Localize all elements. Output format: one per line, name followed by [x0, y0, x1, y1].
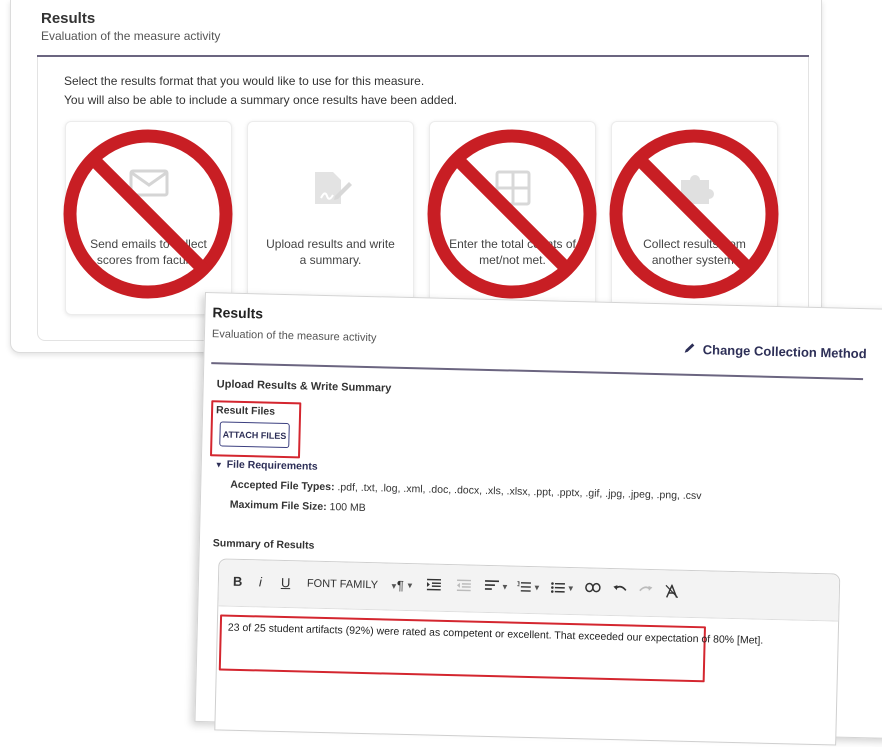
bold-button[interactable]: B: [233, 574, 243, 589]
card-label: Upload results and write a summary.: [266, 237, 395, 267]
format-card-send-emails[interactable]: Send emails to collect scores from facult…: [65, 121, 232, 315]
summary-editor[interactable]: B i U FONT FAMILY ▼ ¶ ▼ ▼ ▼ ▼ 23 of 25 s…: [214, 558, 841, 746]
panel-title: Results: [41, 10, 96, 27]
align-dropdown[interactable]: ▼: [484, 580, 509, 593]
result-files-label: Result Files: [215, 404, 276, 418]
caret-down-icon: ▼: [214, 459, 223, 469]
intro-text-line1: Select the results format that you would…: [64, 74, 425, 88]
italic-button[interactable]: i: [259, 574, 262, 589]
clear-formatting-icon[interactable]: [665, 584, 679, 599]
summary-label: Summary of Results: [212, 537, 315, 552]
panel-subtitle: Evaluation of the measure activity: [41, 29, 221, 43]
file-requirements-label: File Requirements: [226, 458, 318, 473]
counts-grid-icon: [493, 168, 533, 213]
format-card-upload-results[interactable]: Upload results and write a summary.: [247, 121, 414, 315]
paragraph-dropdown[interactable]: ¶ ▼: [397, 578, 414, 593]
pencil-icon: [684, 342, 696, 357]
font-family-dropdown[interactable]: FONT FAMILY ▼: [307, 578, 398, 592]
redo-icon[interactable]: [639, 584, 653, 596]
link-icon[interactable]: [585, 582, 601, 593]
attach-files-button[interactable]: ATTACH FILES: [219, 421, 290, 449]
underline-button[interactable]: U: [281, 575, 291, 590]
puzzle-icon: [675, 168, 715, 213]
card-label: Send emails to collect scores from facult…: [90, 237, 207, 267]
upload-results-panel: Results Evaluation of the measure activi…: [194, 292, 882, 746]
envelope-icon: [129, 168, 169, 203]
indent-icon[interactable]: [426, 578, 442, 591]
bullet-list-dropdown[interactable]: ▼: [550, 582, 575, 595]
file-requirements-toggle[interactable]: ▼ File Requirements: [215, 458, 318, 473]
undo-icon[interactable]: [613, 583, 627, 595]
format-card-enter-counts[interactable]: Enter the total counts of met/not met.: [429, 121, 596, 315]
format-card-collect-system[interactable]: Collect results from another system.: [611, 121, 778, 315]
card-label: Collect results from another system.: [643, 237, 746, 267]
numbered-list-dropdown[interactable]: ▼: [517, 581, 541, 594]
outdent-icon[interactable]: [456, 579, 472, 592]
panel-title: Results: [212, 304, 264, 322]
upload-document-icon: [309, 168, 353, 213]
card-label: Enter the total counts of met/not met.: [449, 237, 576, 267]
intro-text-line2: You will also be able to include a summa…: [64, 93, 458, 107]
